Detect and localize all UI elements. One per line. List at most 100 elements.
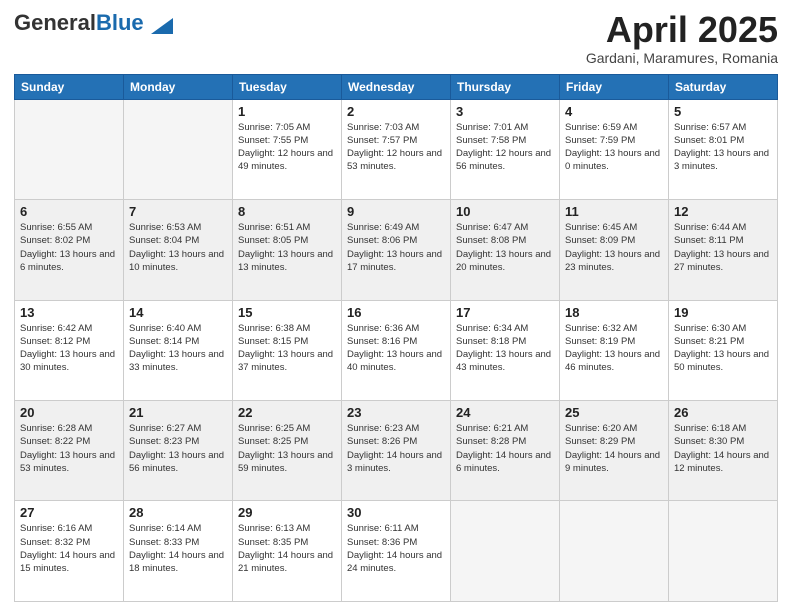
calendar-day-cell: 18 Sunrise: 6:32 AMSunset: 8:19 PMDayligh…	[560, 300, 669, 400]
day-number: 28	[129, 505, 227, 520]
calendar-day-cell	[451, 501, 560, 602]
day-number: 5	[674, 104, 772, 119]
title-block: April 2025 Gardani, Maramures, Romania	[586, 10, 778, 66]
calendar-week-row: 27Sunrise: 6:16 AMSunset: 8:32 PMDayligh…	[15, 501, 778, 602]
day-info: Sunrise: 6:27 AMSunset: 8:23 PMDaylight:…	[129, 422, 227, 475]
day-info: Sunrise: 6:38 AMSunset: 8:15 PMDaylight:…	[238, 322, 336, 375]
day-number: 7	[129, 204, 227, 219]
calendar-table: SundayMondayTuesdayWednesdayThursdayFrid…	[14, 74, 778, 602]
day-info: Sunrise: 6:36 AMSunset: 8:16 PMDaylight:…	[347, 322, 445, 375]
calendar-day-cell: 8Sunrise: 6:51 AMSunset: 8:05 PMDaylight…	[233, 200, 342, 300]
calendar-day-cell: 12 Sunrise: 6:44 AMSunset: 8:11 PMDayligh…	[669, 200, 778, 300]
calendar-day-cell: 15 Sunrise: 6:38 AMSunset: 8:15 PMDayligh…	[233, 300, 342, 400]
day-number: 15	[238, 305, 336, 320]
calendar-day-cell: 1 Sunrise: 7:05 AMSunset: 7:55 PMDaylight…	[233, 99, 342, 199]
location: Gardani, Maramures, Romania	[586, 50, 778, 66]
calendar-day-cell: 6 Sunrise: 6:55 AMSunset: 8:02 PMDaylight…	[15, 200, 124, 300]
day-info: Sunrise: 6:57 AMSunset: 8:01 PMDaylight:…	[674, 121, 772, 174]
logo-general: General	[14, 10, 96, 35]
day-info: Sunrise: 6:25 AMSunset: 8:25 PMDaylight:…	[238, 422, 336, 475]
day-number: 20	[20, 405, 118, 420]
calendar-day-cell: 14 Sunrise: 6:40 AMSunset: 8:14 PMDayligh…	[124, 300, 233, 400]
calendar-day-cell: 9 Sunrise: 6:49 AMSunset: 8:06 PMDaylight…	[342, 200, 451, 300]
day-info: Sunrise: 6:11 AMSunset: 8:36 PMDaylight:…	[347, 522, 445, 575]
day-number: 19	[674, 305, 772, 320]
day-number: 18	[565, 305, 663, 320]
day-info: Sunrise: 6:28 AMSunset: 8:22 PMDaylight:…	[20, 422, 118, 475]
weekday-header-saturday: Saturday	[669, 74, 778, 99]
weekday-header-thursday: Thursday	[451, 74, 560, 99]
month-title: April 2025	[586, 10, 778, 50]
day-number: 24	[456, 405, 554, 420]
calendar-day-cell: 7 Sunrise: 6:53 AMSunset: 8:04 PMDaylight…	[124, 200, 233, 300]
day-number: 16	[347, 305, 445, 320]
day-info: Sunrise: 6:23 AMSunset: 8:26 PMDaylight:…	[347, 422, 445, 475]
day-info: Sunrise: 7:03 AMSunset: 7:57 PMDaylight:…	[347, 121, 445, 174]
calendar-day-cell: 26 Sunrise: 6:18 AMSunset: 8:30 PMDayligh…	[669, 401, 778, 501]
day-number: 11	[565, 204, 663, 219]
weekday-header-monday: Monday	[124, 74, 233, 99]
calendar-day-cell	[124, 99, 233, 199]
calendar-day-cell: 29Sunrise: 6:13 AMSunset: 8:35 PMDayligh…	[233, 501, 342, 602]
calendar-week-row: 1 Sunrise: 7:05 AMSunset: 7:55 PMDaylight…	[15, 99, 778, 199]
day-number: 21	[129, 405, 227, 420]
day-info: Sunrise: 6:13 AMSunset: 8:35 PMDaylight:…	[238, 522, 336, 575]
weekday-header-tuesday: Tuesday	[233, 74, 342, 99]
day-number: 26	[674, 405, 772, 420]
day-info: Sunrise: 6:18 AMSunset: 8:30 PMDaylight:…	[674, 422, 772, 475]
logo: GeneralBlue	[14, 10, 173, 36]
day-info: Sunrise: 6:20 AMSunset: 8:29 PMDaylight:…	[565, 422, 663, 475]
calendar-day-cell: 25 Sunrise: 6:20 AMSunset: 8:29 PMDayligh…	[560, 401, 669, 501]
day-info: Sunrise: 6:34 AMSunset: 8:18 PMDaylight:…	[456, 322, 554, 375]
calendar-week-row: 6 Sunrise: 6:55 AMSunset: 8:02 PMDaylight…	[15, 200, 778, 300]
calendar-day-cell	[560, 501, 669, 602]
day-info: Sunrise: 6:30 AMSunset: 8:21 PMDaylight:…	[674, 322, 772, 375]
day-info: Sunrise: 6:42 AMSunset: 8:12 PMDaylight:…	[20, 322, 118, 375]
day-info: Sunrise: 7:05 AMSunset: 7:55 PMDaylight:…	[238, 121, 336, 174]
day-info: Sunrise: 6:14 AMSunset: 8:33 PMDaylight:…	[129, 522, 227, 575]
calendar-day-cell: 10Sunrise: 6:47 AMSunset: 8:08 PMDayligh…	[451, 200, 560, 300]
calendar-day-cell	[15, 99, 124, 199]
calendar-day-cell: 3Sunrise: 7:01 AMSunset: 7:58 PMDaylight…	[451, 99, 560, 199]
day-number: 1	[238, 104, 336, 119]
day-number: 13	[20, 305, 118, 320]
day-info: Sunrise: 6:47 AMSunset: 8:08 PMDaylight:…	[456, 221, 554, 274]
day-number: 14	[129, 305, 227, 320]
weekday-header-row: SundayMondayTuesdayWednesdayThursdayFrid…	[15, 74, 778, 99]
day-number: 6	[20, 204, 118, 219]
calendar-week-row: 13 Sunrise: 6:42 AMSunset: 8:12 PMDayligh…	[15, 300, 778, 400]
calendar-day-cell: 21 Sunrise: 6:27 AMSunset: 8:23 PMDayligh…	[124, 401, 233, 501]
day-number: 4	[565, 104, 663, 119]
day-info: Sunrise: 6:32 AMSunset: 8:19 PMDaylight:…	[565, 322, 663, 375]
day-info: Sunrise: 6:21 AMSunset: 8:28 PMDaylight:…	[456, 422, 554, 475]
day-number: 27	[20, 505, 118, 520]
day-number: 25	[565, 405, 663, 420]
logo-icon	[151, 18, 173, 34]
day-info: Sunrise: 6:49 AMSunset: 8:06 PMDaylight:…	[347, 221, 445, 274]
day-number: 9	[347, 204, 445, 219]
day-number: 12	[674, 204, 772, 219]
calendar-day-cell: 27Sunrise: 6:16 AMSunset: 8:32 PMDayligh…	[15, 501, 124, 602]
calendar-day-cell: 19 Sunrise: 6:30 AMSunset: 8:21 PMDayligh…	[669, 300, 778, 400]
calendar-day-cell: 2 Sunrise: 7:03 AMSunset: 7:57 PMDaylight…	[342, 99, 451, 199]
logo-blue-text: Blue	[96, 10, 144, 35]
day-number: 23	[347, 405, 445, 420]
day-info: Sunrise: 6:53 AMSunset: 8:04 PMDaylight:…	[129, 221, 227, 274]
calendar-day-cell	[669, 501, 778, 602]
day-number: 8	[238, 204, 336, 219]
day-info: Sunrise: 6:55 AMSunset: 8:02 PMDaylight:…	[20, 221, 118, 274]
page-header: GeneralBlue April 2025 Gardani, Maramure…	[14, 10, 778, 66]
day-number: 30	[347, 505, 445, 520]
calendar-day-cell: 11Sunrise: 6:45 AMSunset: 8:09 PMDayligh…	[560, 200, 669, 300]
weekday-header-friday: Friday	[560, 74, 669, 99]
calendar-day-cell: 13 Sunrise: 6:42 AMSunset: 8:12 PMDayligh…	[15, 300, 124, 400]
calendar-day-cell: 4Sunrise: 6:59 AMSunset: 7:59 PMDaylight…	[560, 99, 669, 199]
day-number: 2	[347, 104, 445, 119]
weekday-header-sunday: Sunday	[15, 74, 124, 99]
calendar-day-cell: 22Sunrise: 6:25 AMSunset: 8:25 PMDayligh…	[233, 401, 342, 501]
day-info: Sunrise: 7:01 AMSunset: 7:58 PMDaylight:…	[456, 121, 554, 174]
day-info: Sunrise: 6:44 AMSunset: 8:11 PMDaylight:…	[674, 221, 772, 274]
calendar-day-cell: 20 Sunrise: 6:28 AMSunset: 8:22 PMDayligh…	[15, 401, 124, 501]
weekday-header-wednesday: Wednesday	[342, 74, 451, 99]
day-info: Sunrise: 6:40 AMSunset: 8:14 PMDaylight:…	[129, 322, 227, 375]
